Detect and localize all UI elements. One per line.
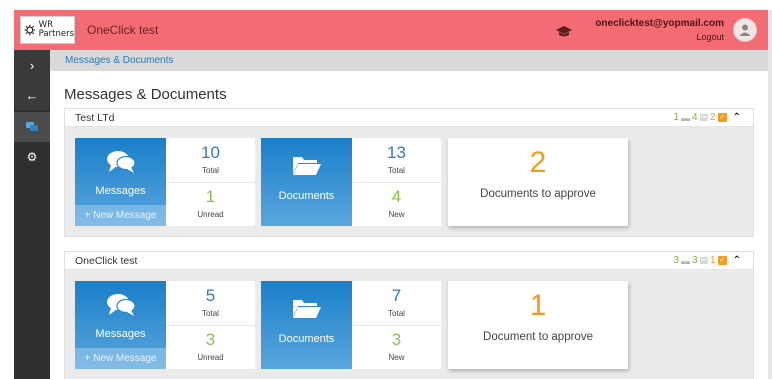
gear-icon: ⚙ [26,150,38,164]
folder-open-icon [261,154,352,176]
messages-unread-label: Unread [197,210,224,219]
sidebar-item-settings[interactable]: ⚙ [14,142,50,172]
documents-total-count[interactable]: 7 [352,286,441,306]
logout-link[interactable]: Logout [696,32,724,42]
divider [166,325,255,326]
messages-total-label: Total [202,309,219,318]
folder-open-icon [261,297,352,319]
messages-total-count[interactable]: 5 [166,286,255,306]
chat-bubbles-icon [75,150,166,174]
app-window: WR Partners OneClick test oneclicktest@y… [14,10,768,379]
checkbox-icon: ✓ [717,256,727,265]
top-header: WR Partners OneClick test oneclicktest@y… [14,10,768,50]
app-title: OneClick test [87,23,159,37]
documents-total-label: Total [388,166,405,175]
documents-counts: 7 Total 3 New [352,281,441,369]
sidebar: › ← ⚙ [14,50,50,379]
company-logo[interactable]: WR Partners [20,16,75,44]
company-panel: OneClick test 3 ▬ 3 ▤ 1 ✓ ⌃ Messages + N… [64,251,754,379]
chat-icon: ▬ [680,255,690,266]
documents-total-count[interactable]: 13 [352,143,441,163]
stat-messages-count: 3 [673,255,679,266]
documents-total-label: Total [388,309,405,318]
messages-counts: 10 Total 1 Unread [166,138,255,226]
stat-docs-count: 3 [691,255,698,266]
approve-count: 2 [529,146,547,179]
documents-to-approve-card[interactable]: 1 Document to approve [448,281,628,369]
breadcrumb-bar: Messages & Documents [50,50,768,71]
company-name: Test LTd [75,112,115,124]
company-panel-header[interactable]: Test LTd 1 ▬ 4 ▤ 2 ✓ ⌃ [65,109,753,127]
user-avatar-icon[interactable] [733,18,757,42]
graduation-cap-icon[interactable] [556,26,572,38]
messages-total-label: Total [202,166,219,175]
documents-tile[interactable]: Documents [261,281,352,369]
company-panel: Test LTd 1 ▬ 4 ▤ 2 ✓ ⌃ Messages + New Me… [64,108,754,237]
collapse-chevron-icon[interactable]: ⌃ [733,112,741,123]
new-message-button[interactable]: + New Message [75,348,166,369]
messages-unread-count[interactable]: 3 [166,330,255,350]
approve-count: 1 [529,289,547,322]
breadcrumb[interactable]: Messages & Documents [65,55,173,66]
documents-tile[interactable]: Documents [261,138,352,226]
stat-docs-count: 4 [691,112,698,123]
stat-approve-count: 2 [710,112,716,123]
folder-icon: ▤ [699,112,709,122]
messages-tile[interactable]: Messages + New Message [75,281,166,369]
logo-line-2: Partners [38,29,74,39]
chat-bubbles-icon [75,293,166,317]
divider [352,182,441,183]
new-message-button[interactable]: + New Message [75,205,166,226]
window-edge [768,10,772,379]
logo-text: WR Partners [39,21,74,39]
stat-approve-count: 1 [710,255,716,266]
documents-tile-label: Documents [278,190,335,202]
company-panel-header[interactable]: OneClick test 3 ▬ 3 ▤ 1 ✓ ⌃ [65,252,753,270]
messages-unread-count[interactable]: 1 [166,187,255,207]
documents-new-label: New [388,353,405,362]
collapse-chevron-icon[interactable]: ⌃ [733,255,741,266]
messages-icon [26,122,38,131]
folder-icon: ▤ [699,255,709,265]
sidebar-item-messages[interactable] [14,112,50,142]
messages-tile-label: Messages [95,328,146,340]
chevron-right-icon: › [29,57,35,73]
documents-tile-label: Documents [278,333,335,345]
messages-tile-label: Messages [95,185,146,197]
company-stats: 1 ▬ 4 ▤ 2 ✓ ⌃ [673,112,741,123]
stat-messages-count: 1 [673,112,679,123]
chat-icon: ▬ [680,112,690,123]
logo-gear-icon [24,24,36,36]
user-email: oneclicktest@yopmail.com [595,18,724,29]
divider [166,182,255,183]
documents-counts: 13 Total 4 New [352,138,441,226]
checkbox-icon: ✓ [717,113,727,122]
messages-total-count[interactable]: 10 [166,143,255,163]
documents-new-label: New [388,210,405,219]
messages-counts: 5 Total 3 Unread [166,281,255,369]
company-stats: 3 ▬ 3 ▤ 1 ✓ ⌃ [673,255,741,266]
company-name: OneClick test [75,255,138,267]
approve-label: Document to approve [483,331,593,343]
documents-to-approve-card[interactable]: 2 Documents to approve [448,138,628,226]
sidebar-expand-button[interactable]: › [14,50,50,80]
documents-new-count[interactable]: 4 [352,187,441,207]
approve-label: Documents to approve [480,188,596,200]
arrow-left-icon: ← [25,87,39,103]
messages-unread-label: Unread [197,353,224,362]
user-silhouette-icon [739,24,751,36]
messages-tile[interactable]: Messages + New Message [75,138,166,226]
sidebar-back-button[interactable]: ← [14,80,50,110]
page-title: Messages & Documents [64,86,227,103]
documents-new-count[interactable]: 3 [352,330,441,350]
divider [352,325,441,326]
